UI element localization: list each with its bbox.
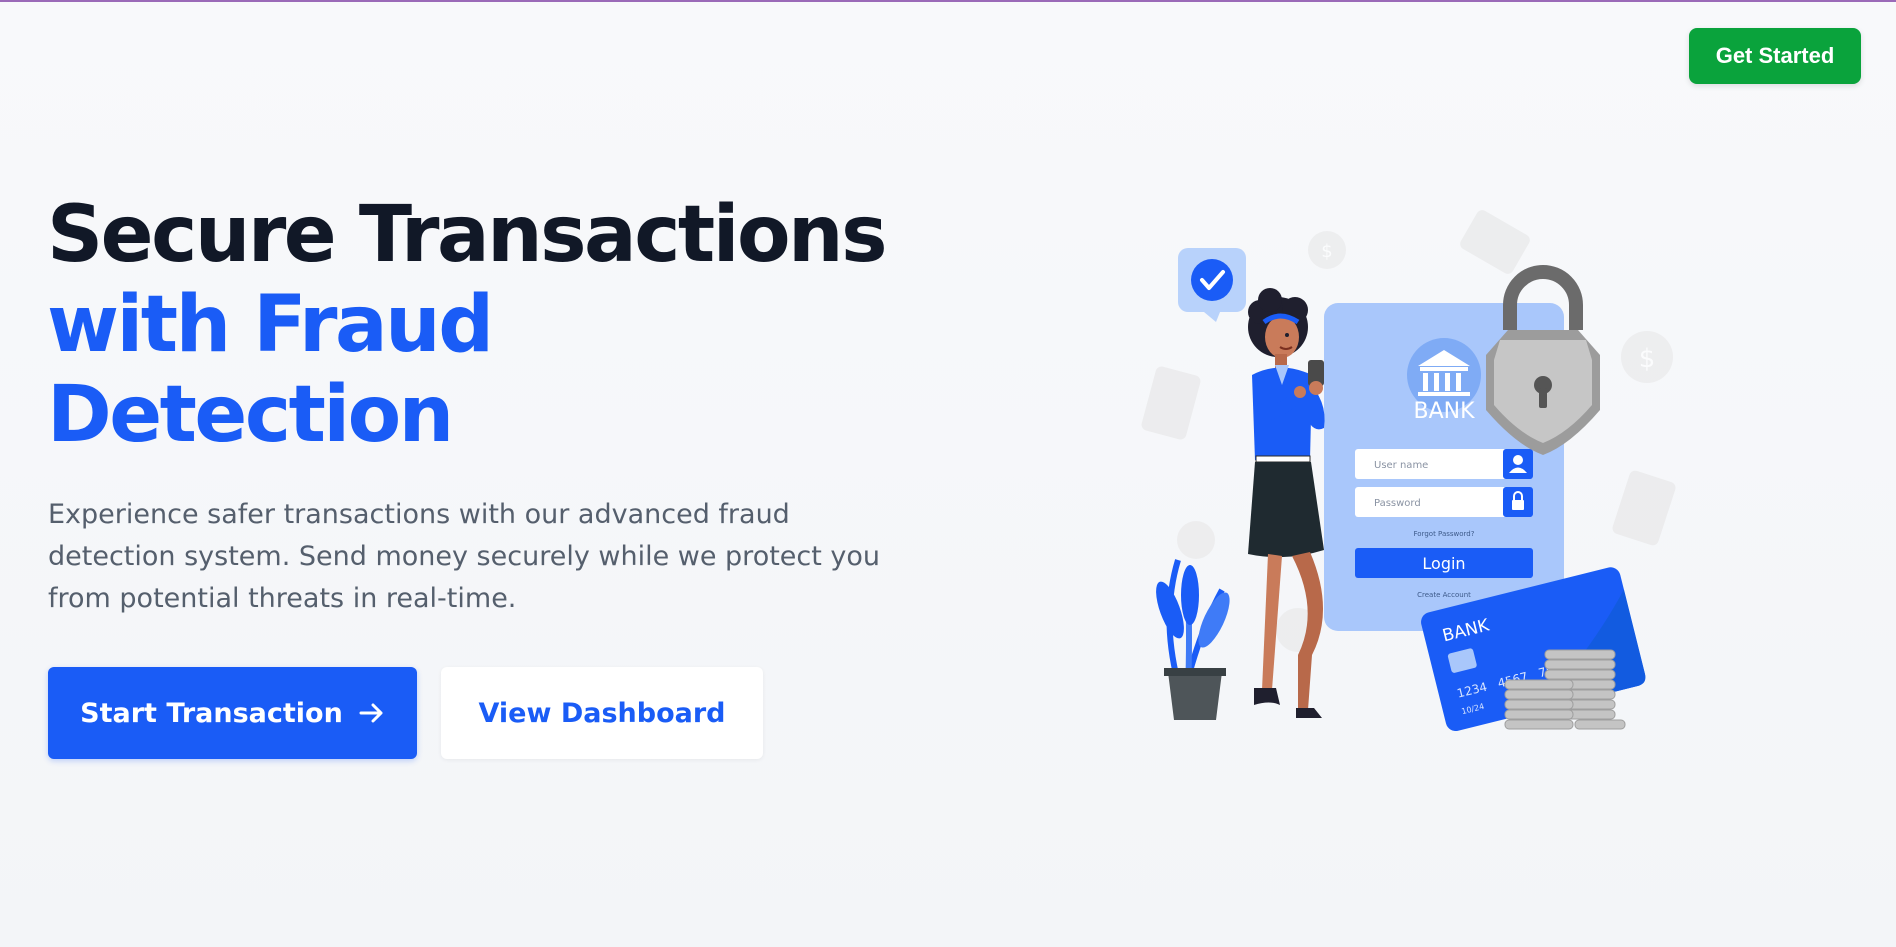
start-transaction-label: Start Transaction xyxy=(80,697,343,729)
hero-title-line-2: with Fraud xyxy=(47,280,494,370)
create-account-text: Create Account xyxy=(1417,591,1471,599)
check-bubble xyxy=(1178,248,1246,322)
hero-subtitle: Experience safer transactions with our a… xyxy=(48,499,881,614)
hero-title-line-1: Secure Transactions xyxy=(47,190,888,280)
username-placeholder: User name xyxy=(1374,460,1428,471)
login-button-text: Login xyxy=(1422,554,1465,573)
arrow-right-icon xyxy=(359,703,383,723)
bank-login-illustration: $ $ BANK User name Password Forgot Passw… xyxy=(1141,210,1676,732)
get-started-button[interactable]: Get Started xyxy=(1689,28,1861,84)
top-accent-line xyxy=(0,0,1896,2)
start-transaction-button[interactable]: Start Transaction xyxy=(48,667,417,759)
hero-title-line-3: Detection xyxy=(47,370,454,460)
svg-text:$: $ xyxy=(1639,344,1656,374)
bank-label: BANK xyxy=(1413,399,1475,424)
forgot-password-text: Forgot Password? xyxy=(1414,530,1475,538)
svg-text:$: $ xyxy=(1321,241,1332,262)
hero-title: Secure Transactions with Fraud Detection xyxy=(47,190,888,460)
padlock-icon xyxy=(1486,265,1600,455)
view-dashboard-button[interactable]: View Dashboard xyxy=(441,667,763,759)
password-placeholder: Password xyxy=(1374,498,1421,509)
woman-figure xyxy=(1248,288,1325,718)
plant-decor xyxy=(1156,559,1230,720)
